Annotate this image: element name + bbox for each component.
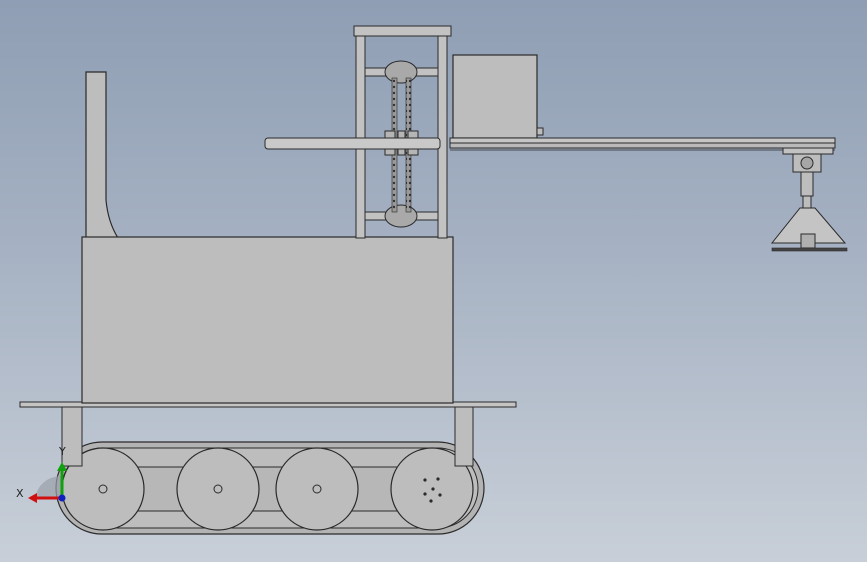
boom-arm <box>449 137 836 151</box>
end-shaft <box>800 171 814 197</box>
end-effector <box>770 147 848 252</box>
road-wheel-3 <box>275 447 359 531</box>
cad-viewport[interactable]: X Y <box>0 0 867 562</box>
lower-chain-pulley <box>384 204 418 228</box>
triad-z-shade <box>36 476 62 498</box>
mast-right-rail <box>437 35 448 239</box>
mast-top-cap <box>353 25 452 37</box>
triad-y-label: Y <box>58 445 66 458</box>
track-assembly <box>55 441 485 535</box>
mast-left-rail <box>355 35 366 239</box>
motor-housing-stub <box>536 127 544 136</box>
seat-backrest <box>85 71 120 239</box>
horizontal-round-shaft <box>264 137 441 150</box>
rear-suspension-post <box>454 405 474 467</box>
end-bracket <box>782 147 834 155</box>
funnel-base-plate <box>771 247 848 252</box>
motor-housing-box <box>452 54 538 139</box>
triad-z-axis <box>58 494 66 502</box>
upper-chain-pulley <box>384 60 418 84</box>
funnel-core <box>800 233 816 249</box>
triad-x-arrowhead <box>28 493 37 503</box>
track-inner-frame <box>119 466 421 512</box>
road-wheel-2 <box>176 447 260 531</box>
robot-assembly-drawing: X Y <box>16 25 848 535</box>
end-neck <box>802 195 812 209</box>
main-body-box <box>81 236 454 404</box>
end-bearing <box>800 156 814 170</box>
triad-x-label: X <box>16 487 24 500</box>
lift-mast <box>353 25 452 239</box>
